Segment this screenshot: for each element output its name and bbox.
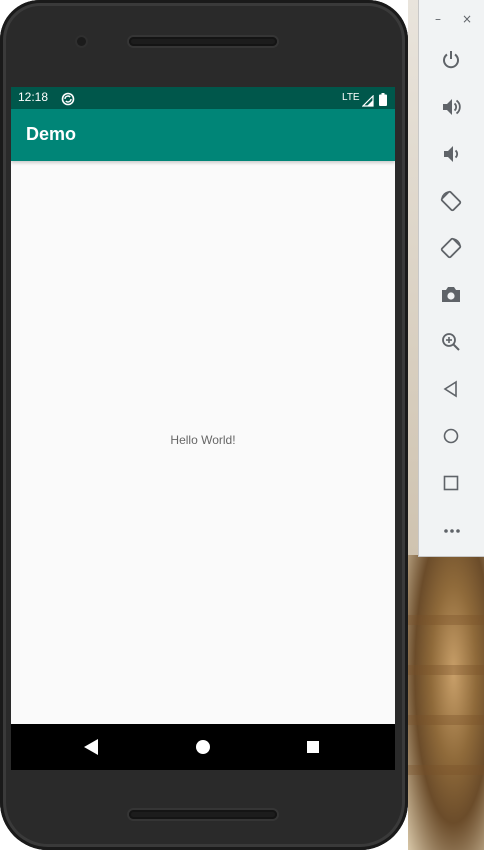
home-icon[interactable] xyxy=(196,740,210,754)
earpiece-speaker xyxy=(129,37,277,46)
recents-icon[interactable] xyxy=(307,741,319,753)
battery-icon xyxy=(379,91,387,106)
close-button[interactable]: × xyxy=(460,12,474,26)
minimize-button[interactable]: – xyxy=(431,12,445,26)
home-icon[interactable] xyxy=(440,425,462,447)
power-icon[interactable] xyxy=(440,49,462,71)
emulator-device-frame: 12:18 LTE Demo Hello World! xyxy=(0,0,408,850)
device-screen: 12:18 LTE Demo Hello World! xyxy=(11,87,395,770)
back-icon[interactable] xyxy=(84,739,98,755)
volume-down-icon[interactable] xyxy=(440,143,462,165)
network-type: LTE xyxy=(342,92,360,103)
overview-icon[interactable] xyxy=(440,472,462,494)
rotate-right-icon[interactable] xyxy=(440,237,462,259)
signal-icon xyxy=(361,92,374,107)
back-icon[interactable] xyxy=(440,378,462,400)
status-bar: 12:18 LTE xyxy=(11,87,395,109)
emulator-toolbar: – × xyxy=(418,0,484,557)
desktop-wallpaper xyxy=(408,555,484,850)
hello-text: Hello World! xyxy=(170,433,236,447)
navigation-bar xyxy=(11,724,395,770)
sync-icon xyxy=(61,91,75,106)
bottom-speaker xyxy=(129,810,277,819)
camera-icon[interactable] xyxy=(440,284,462,306)
more-icon[interactable] xyxy=(442,523,462,537)
desktop-background xyxy=(408,0,418,555)
zoom-icon[interactable] xyxy=(440,331,462,353)
app-title: Demo xyxy=(26,124,77,144)
volume-up-icon[interactable] xyxy=(440,96,462,118)
app-toolbar: Demo xyxy=(11,109,395,161)
front-camera xyxy=(77,37,86,46)
rotate-left-icon[interactable] xyxy=(440,190,462,212)
status-time: 12:18 xyxy=(18,90,49,104)
